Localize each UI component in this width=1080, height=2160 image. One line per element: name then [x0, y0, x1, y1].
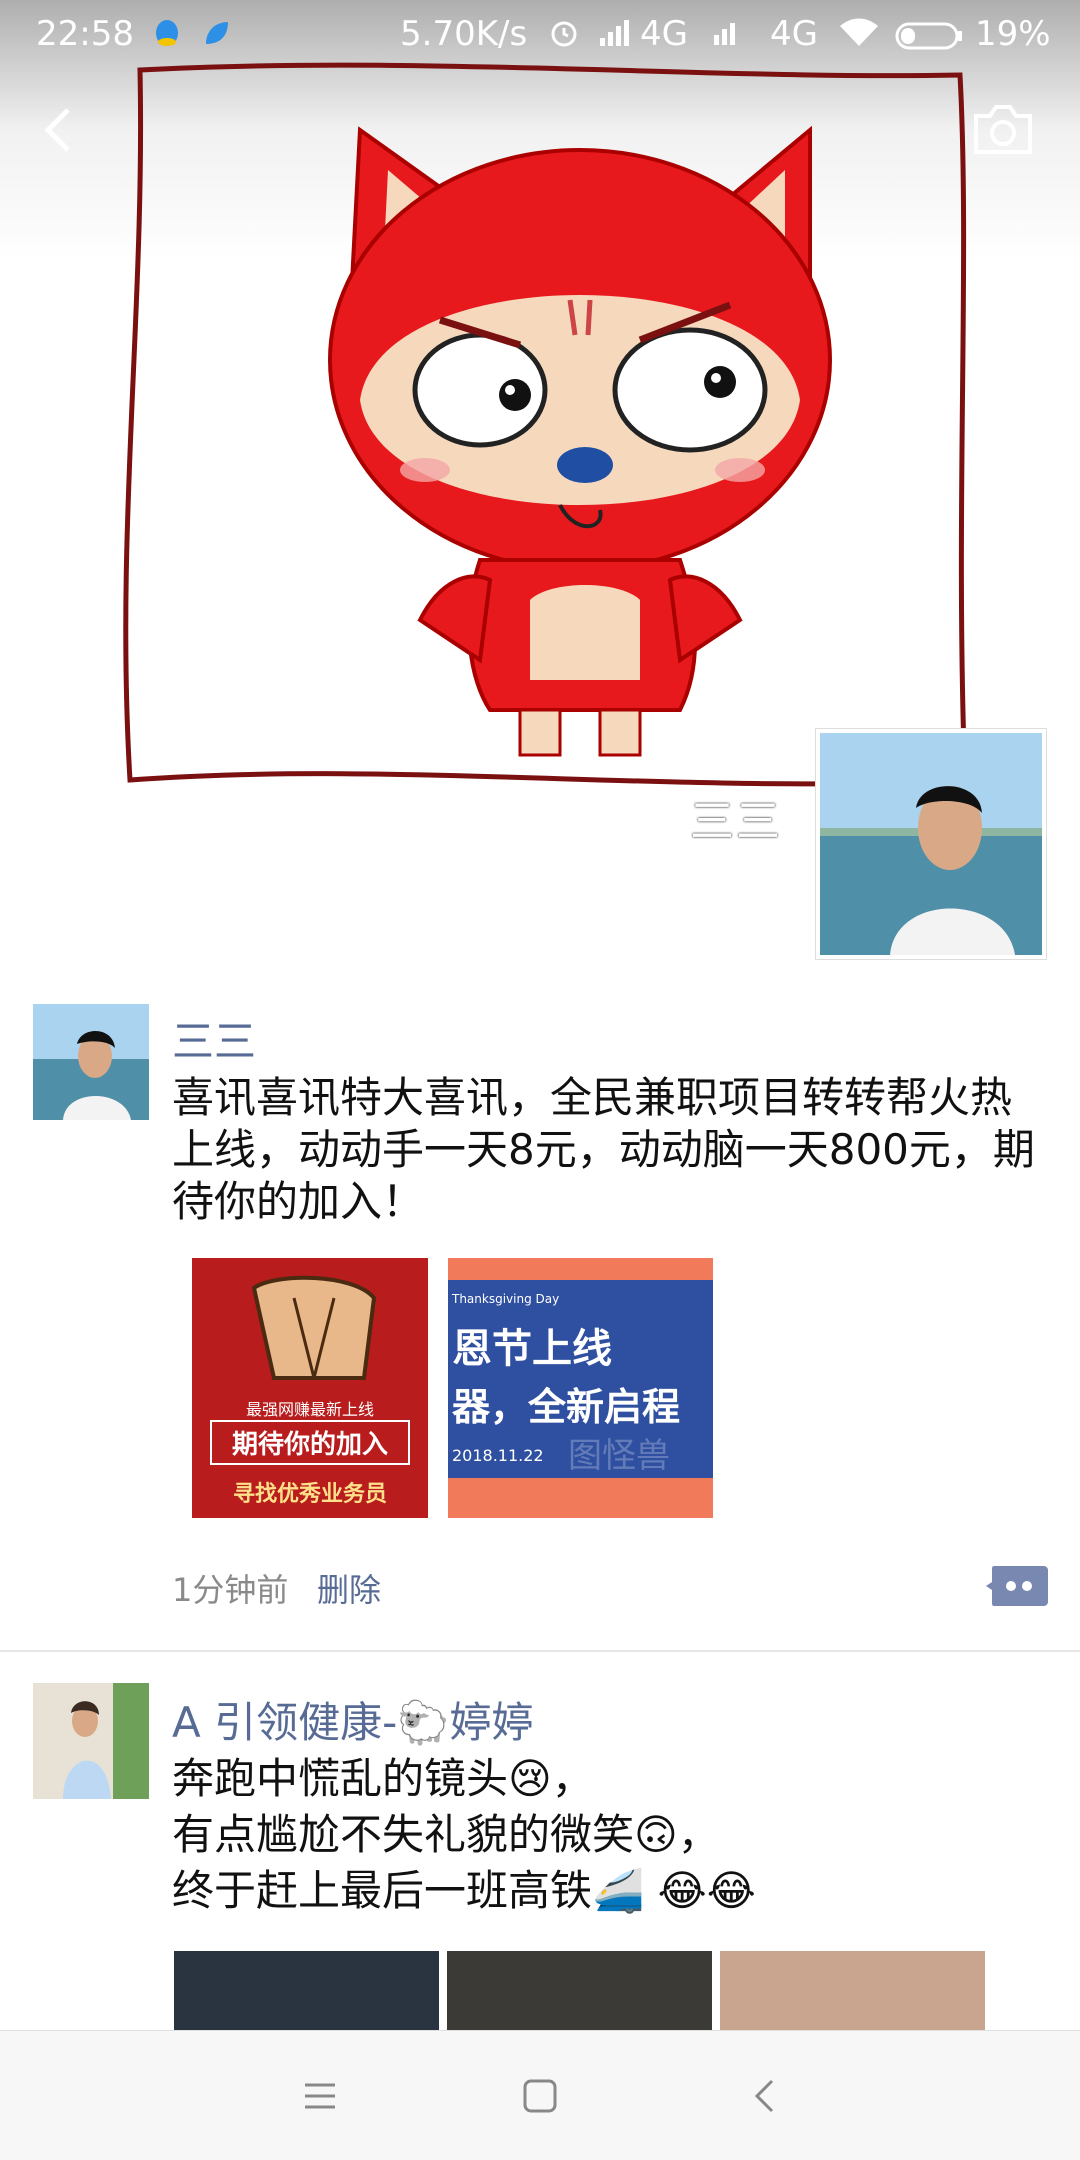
status-bar: 22:58 5.70K/s 4G 4G 19% — [0, 0, 1080, 68]
signal-bars-2-icon — [712, 16, 742, 56]
post-avatar[interactable] — [33, 1683, 149, 1799]
back-button[interactable] — [30, 100, 90, 160]
alarm-icon — [548, 16, 580, 57]
post2-image-2[interactable] — [447, 1951, 712, 2031]
post-timestamp: 1分钟前 — [172, 1571, 289, 1609]
image-2-line1: 恩节上线 — [452, 1326, 612, 1372]
qq-notification-icon — [150, 16, 184, 59]
post-author[interactable]: A 引领健康-🐑婷婷 — [172, 1689, 534, 1750]
battery-percent: 19% — [975, 14, 1051, 54]
avatar-photo — [33, 1004, 149, 1120]
delete-button[interactable]: 删除 — [317, 1565, 381, 1611]
image-2-line2: 器，全新启程 — [452, 1385, 681, 1429]
app-notification-icon — [200, 16, 234, 59]
image-1-line3: 寻找优秀业务员 — [232, 1482, 387, 1507]
post-avatar[interactable] — [33, 1004, 149, 1120]
status-time: 22:58 — [36, 14, 134, 54]
signal-bars-icon — [598, 17, 634, 57]
network-speed: 5.70K/s — [400, 14, 528, 54]
post2-image-1[interactable] — [174, 1951, 439, 2031]
wifi-icon — [838, 16, 880, 57]
image-2-date: 2018.11.22 — [452, 1446, 544, 1465]
profile-photo — [820, 733, 1042, 955]
signal-1-label: 4G — [640, 14, 688, 54]
image-2-tag: Thanksgiving Day — [452, 1292, 560, 1306]
post-line-3: 终于赶上最后一班高铁🚄 😂😂 — [172, 1866, 756, 1915]
cover-fox-illustration — [123, 62, 968, 787]
avatar-photo — [33, 1683, 149, 1799]
post-author[interactable]: 三三 — [172, 1008, 256, 1069]
back-arrow-icon — [754, 2079, 774, 2113]
profile-avatar[interactable] — [815, 728, 1047, 960]
more-dots-icon — [986, 1566, 1048, 1606]
camera-button[interactable] — [970, 102, 1036, 158]
image-1-line1: 最强网赚最新上线 — [245, 1400, 374, 1419]
profile-name: 三三 — [690, 796, 782, 847]
system-nav-bar — [0, 2030, 1080, 2160]
post-line-2: 有点尴尬不失礼貌的微笑🙃， — [172, 1810, 720, 1859]
pointing-hand-graphic — [251, 1275, 377, 1380]
menu-button[interactable] — [295, 2071, 345, 2121]
post-divider — [0, 1650, 1080, 1652]
comment-button[interactable] — [986, 1564, 1048, 1608]
home-button[interactable] — [515, 2071, 565, 2121]
camera-icon — [974, 105, 1032, 154]
battery-icon — [895, 20, 965, 60]
post-text: 喜讯喜讯特大喜讯，全民兼职项目转转帮火热上线，动动手一天8元，动动脑一天800元… — [172, 1073, 1035, 1226]
menu-icon — [305, 2083, 335, 2109]
image-2-watermark: 图怪兽 — [568, 1436, 670, 1476]
home-square-icon — [523, 2079, 557, 2113]
signal-2-label: 4G — [770, 14, 818, 54]
image-1-line2: 期待你的加入 — [210, 1420, 410, 1465]
post-image-1[interactable]: 最强网赚最新上线 期待你的加入 寻找优秀业务员 — [184, 1258, 449, 1518]
back-chevron-icon — [44, 108, 70, 152]
post-line-1: 奔跑中慌乱的镜头😢， — [172, 1754, 594, 1803]
post-image-2[interactable]: Thanksgiving Day 恩节上线 器，全新启程 2018.11.22 … — [448, 1258, 713, 1518]
post2-image-3[interactable] — [720, 1951, 985, 2031]
nav-back-button[interactable] — [740, 2071, 790, 2121]
